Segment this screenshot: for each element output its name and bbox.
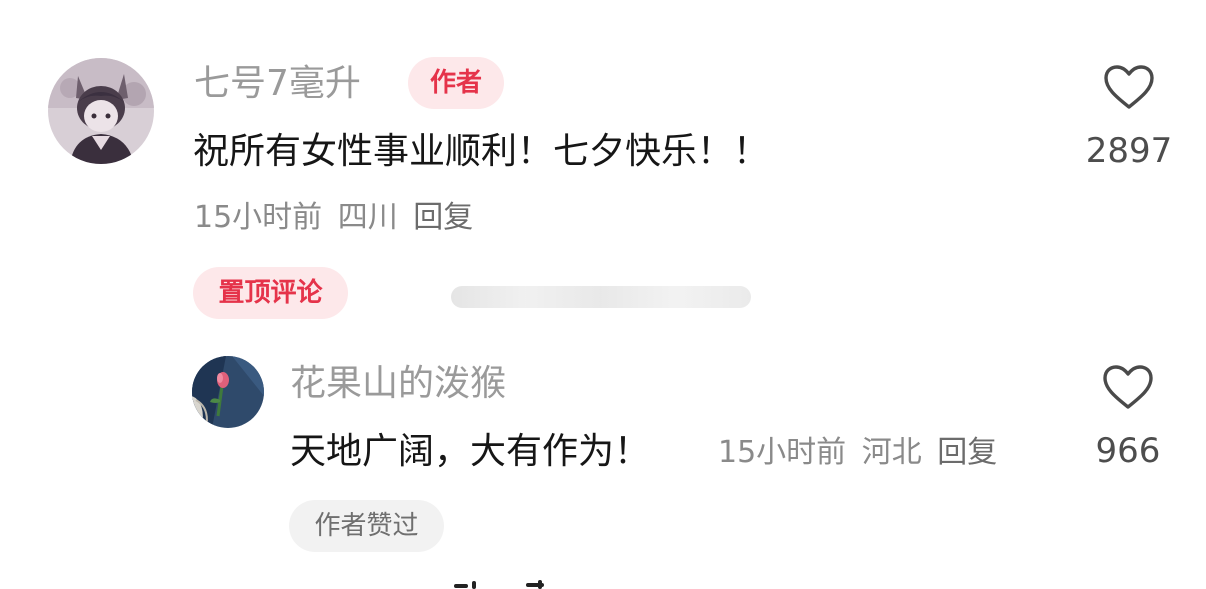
comment-time: 15小时前	[194, 200, 323, 235]
cut-off-text	[448, 578, 558, 589]
reply-time: 15小时前	[718, 435, 847, 470]
author-avatar[interactable]	[48, 58, 154, 164]
reply-meta: 15小时前 河北 回复	[718, 438, 1003, 468]
heart-outline-icon[interactable]	[1103, 64, 1155, 110]
like-count: 2897	[1085, 131, 1173, 171]
reply-reply-button[interactable]: 回复	[937, 435, 997, 470]
reply-username[interactable]: 花果山的泼猴	[290, 366, 506, 402]
comment-location: 四川	[337, 200, 398, 235]
blurred-placeholder	[451, 286, 751, 308]
author-username[interactable]: 七号7毫升	[194, 66, 361, 102]
reply-text: 天地广阔，大有作为！	[290, 431, 651, 472]
heart-outline-icon[interactable]	[1102, 364, 1154, 410]
reply-user-avatar[interactable]	[192, 356, 264, 428]
comment-text: 祝所有女性事业顺利！七夕快乐！！	[193, 131, 770, 172]
author-liked-badge: 作者赞过	[289, 500, 444, 552]
comment-meta: 15小时前 四川 回复	[194, 203, 479, 233]
reply-like-count: 966	[1095, 431, 1161, 471]
author-badge: 作者	[408, 57, 504, 109]
pinned-comment-badge: 置顶评论	[193, 267, 348, 319]
reply-location: 河北	[861, 435, 922, 470]
reply-button[interactable]: 回复	[413, 200, 473, 235]
